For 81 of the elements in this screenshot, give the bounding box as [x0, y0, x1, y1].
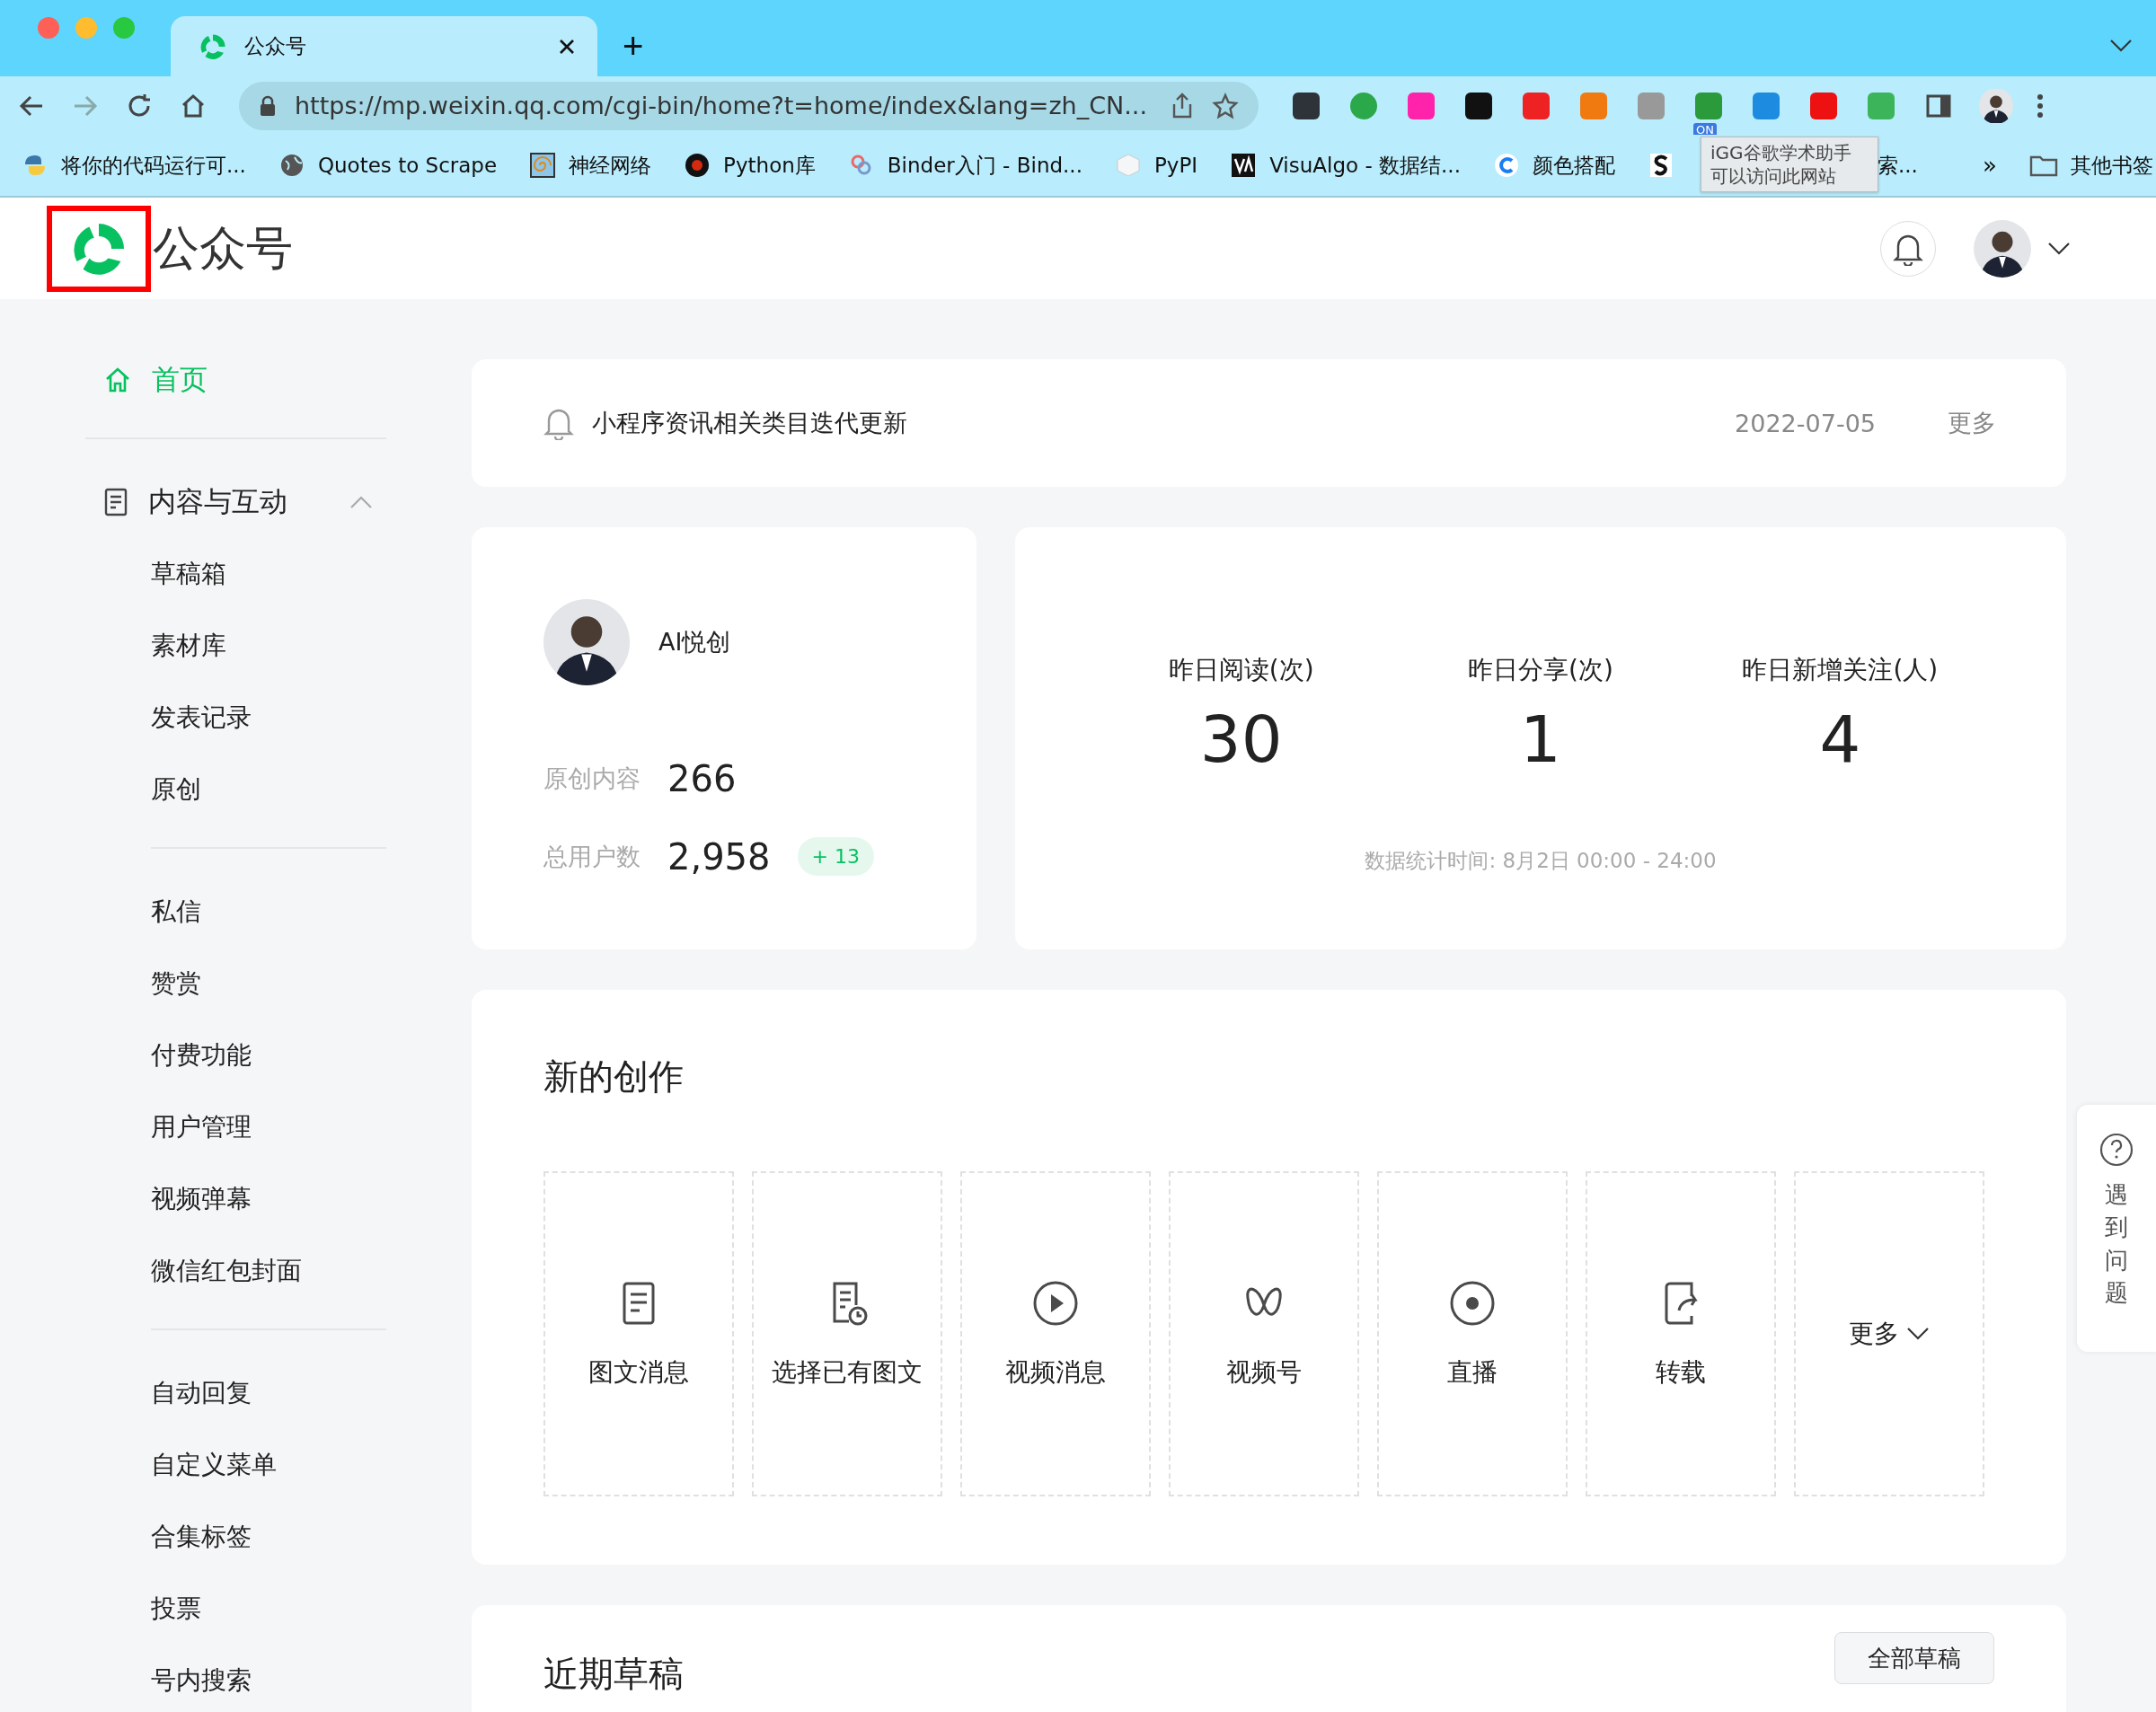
bookmark[interactable]: Binder入门 - Bind... [847, 151, 1082, 180]
bookmark[interactable]: 颜色搭配 [1493, 151, 1615, 180]
more-bookmarks-button[interactable]: » [1982, 152, 1997, 179]
section-title: 近期草稿 [543, 1653, 684, 1696]
more-link[interactable]: 更多 [1948, 407, 1996, 439]
stats-footnote: 数据统计时间: 8月2日 00:00 - 24:00 [1365, 848, 1717, 874]
nav-item[interactable]: 微信红包封面 [85, 1235, 472, 1307]
create-tile[interactable]: 转载 [1586, 1171, 1776, 1496]
nav-item[interactable]: 自动回复 [85, 1357, 472, 1429]
nav-item[interactable]: 素材库 [85, 610, 472, 682]
nav-item[interactable]: 草稿箱 [85, 538, 472, 610]
nav-item[interactable]: 付费功能 [85, 1019, 472, 1091]
metric-value: 1 [1520, 702, 1561, 777]
swirl-icon [1648, 152, 1674, 179]
bookmark-folder[interactable]: 其他书签 [2028, 151, 2153, 180]
chevron-up-icon [349, 495, 373, 509]
star-icon[interactable] [1212, 92, 1239, 119]
nav-item[interactable]: 视频弹幕 [85, 1163, 472, 1235]
bookmark[interactable]: Quotes to Scrape [278, 152, 498, 179]
metric-label: 昨日新增关注(人) [1742, 654, 1939, 686]
create-tile[interactable]: 图文消息 [543, 1171, 734, 1496]
stat-label: 总用户数 [543, 841, 641, 872]
bookmark[interactable]: PyPI [1115, 152, 1198, 179]
ring-icon [1493, 152, 1520, 179]
chevron-down-icon [2047, 241, 2071, 256]
tab-list-button[interactable] [2109, 39, 2133, 53]
nav-item[interactable]: 原创 [85, 754, 472, 825]
create-tile[interactable]: 视频消息 [960, 1171, 1151, 1496]
chevron-down-icon [1906, 1327, 1930, 1341]
document-icon [103, 487, 128, 517]
help-button[interactable]: 遇到问题 [2077, 1105, 2156, 1352]
nav-item[interactable]: 号内搜索 [85, 1645, 472, 1712]
site-title: 公众号 [153, 219, 294, 277]
nav-item[interactable]: 自定义菜单 [85, 1429, 472, 1501]
stat-value: 266 [667, 757, 737, 799]
metric-value: 30 [1199, 702, 1283, 777]
nav-item[interactable]: 投票 [85, 1573, 472, 1645]
metric-label: 昨日阅读(次) [1168, 654, 1314, 686]
close-icon[interactable] [558, 37, 576, 56]
new-tab-button[interactable]: + [617, 28, 649, 64]
bookmark[interactable]: 神经网络 [529, 151, 652, 180]
tooltip: iGG谷歌学术助手 可以访问此网站 [1701, 137, 1878, 192]
notice-text[interactable]: 小程序资讯相关类目迭代更新 [592, 407, 1718, 439]
more-tile[interactable]: 更多 [1794, 1171, 1984, 1496]
nav-item[interactable]: 私信 [85, 876, 472, 948]
create-tile[interactable]: 选择已有图文 [752, 1171, 942, 1496]
bookmark[interactable]: VisuAlgo - 数据结... [1230, 151, 1461, 180]
create-tile[interactable]: 直播 [1377, 1171, 1568, 1496]
lock-icon [259, 94, 277, 117]
bookmark[interactable]: Python库 [684, 151, 816, 180]
browser-tab[interactable]: 公众号 [171, 16, 597, 76]
cube-icon [1115, 152, 1142, 179]
profile-avatar[interactable] [1979, 88, 2013, 123]
home-button[interactable] [180, 92, 207, 119]
share-icon[interactable] [1171, 92, 1194, 119]
help-icon [2099, 1132, 2134, 1168]
stat-value: 2,958 [667, 835, 771, 878]
address-bar[interactable]: https://mp.weixin.qq.com/cgi-bin/home?t=home/index&lang=zh_CN... [239, 81, 1259, 130]
create-tile[interactable]: 视频号 [1169, 1171, 1359, 1496]
nav-item[interactable]: 发表记录 [85, 682, 472, 754]
all-drafts-button[interactable]: 全部草稿 [1834, 1632, 1994, 1684]
nav-group[interactable]: 内容与互动 [85, 466, 472, 538]
nav-item[interactable]: 合集标签 [85, 1501, 472, 1573]
menu-icon[interactable] [2037, 92, 2044, 119]
section-title: 新的创作 [543, 1055, 685, 1099]
chevron-down-icon [2109, 39, 2133, 53]
growth-badge: + 13 [797, 837, 874, 876]
notice-date: 2022-07-05 [1735, 409, 1876, 437]
folder-icon [2028, 154, 2058, 177]
orb-icon [684, 152, 711, 179]
metric-value: 4 [1819, 702, 1861, 777]
stat-label: 原创内容 [543, 763, 641, 794]
url-text: https://mp.weixin.qq.com/cgi-bin/home?t=home/index&lang=zh_CN... [295, 92, 1149, 119]
nav-item[interactable]: 赞赏 [85, 948, 472, 1019]
metric-label: 昨日分享(次) [1468, 654, 1613, 686]
nav-item[interactable]: 用户管理 [85, 1091, 472, 1163]
tab-title: 公众号 [244, 33, 307, 59]
square-icon [1230, 152, 1258, 179]
spiral-icon [529, 152, 557, 179]
account-name: AI悦创 [658, 627, 731, 657]
bookmark[interactable]: 将你的代码运行可... [22, 151, 246, 180]
